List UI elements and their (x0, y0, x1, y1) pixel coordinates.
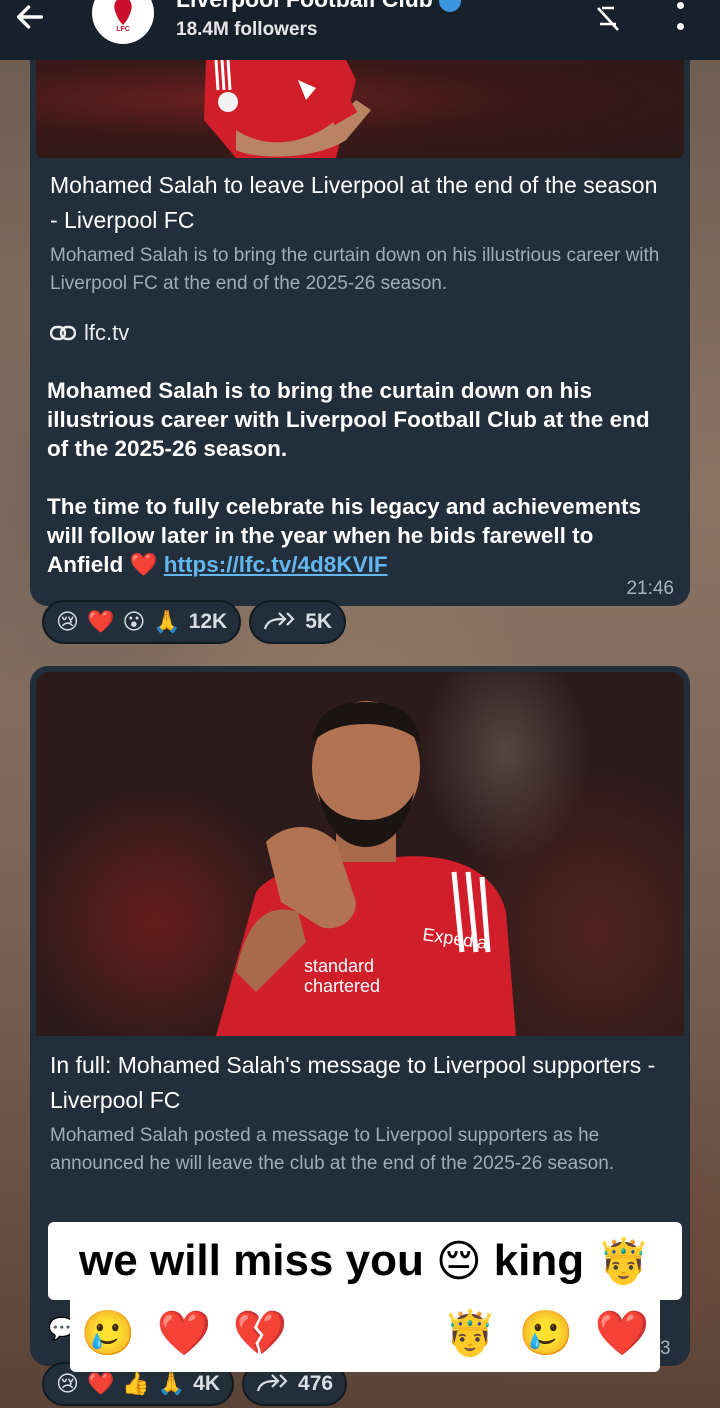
preview-description: Mohamed Salah posted a message to Liverp… (50, 1125, 615, 1174)
reaction-count: 12K (188, 610, 228, 633)
header-title[interactable]: Liverpool Football Club 18.4M followers (176, 0, 461, 41)
svg-text:standard: standard (304, 956, 374, 976)
reaction-emoji: ❤️ (86, 1371, 115, 1396)
channel-name: Liverpool Football Club (176, 0, 461, 13)
caption-emoji: 🤴 (442, 1309, 498, 1358)
preview-image[interactable] (36, 60, 684, 158)
preview-title: In full: Mohamed Salah's message to Live… (50, 1052, 656, 1113)
paragraph-1: Mohamed Salah is to bring the curtain do… (47, 378, 650, 461)
message-time: 3 (660, 1338, 671, 1359)
back-button[interactable] (0, 0, 60, 60)
message-body: Mohamed Salah is to bring the curtain do… (47, 376, 667, 579)
caption-emoji: 🥲 (518, 1309, 574, 1358)
caption-text: we will miss you (79, 1236, 424, 1285)
reaction-emoji: 😢 (56, 609, 79, 634)
chat-header: LFC Liverpool Football Club 18.4M follow… (0, 0, 720, 60)
caption-emoji: 🤴 (596, 1237, 651, 1286)
forward-chip[interactable]: 5K (249, 600, 347, 644)
preview-title: Mohamed Salah to leave Liverpool at the … (50, 172, 658, 233)
bell-off-icon (597, 6, 619, 31)
link-domain: lfc.tv (84, 320, 130, 345)
caption-emoji: 💔 (232, 1309, 288, 1358)
reaction-count: 4K (193, 1372, 221, 1395)
dot-icon (676, 23, 684, 30)
more-menu-button[interactable] (668, 0, 692, 30)
preview-description: Mohamed Salah is to bring the curtain do… (50, 245, 660, 294)
heart-emoji: ❤️ (129, 552, 158, 577)
dot-icon (676, 2, 684, 9)
link-preview[interactable]: Mohamed Salah to leave Liverpool at the … (36, 168, 684, 298)
arrow-left-icon (16, 5, 44, 29)
lfc-crest-icon: LFC (114, 0, 132, 33)
caption-emoji: 😔 (435, 1236, 482, 1286)
reaction-emoji: 🙏 (153, 609, 181, 634)
caption-emoji: ❤️ (156, 1309, 212, 1358)
reaction-emoji: ❤️ (86, 609, 115, 634)
svg-text:chartered: chartered (304, 976, 380, 996)
mute-button[interactable] (588, 0, 628, 40)
followers-count: 18.4M followers (176, 19, 318, 40)
reaction-emoji: 😮 (122, 609, 146, 634)
link-preview[interactable]: In full: Mohamed Salah's message to Live… (36, 1048, 684, 1178)
link-icon (50, 325, 76, 341)
caption-emoji: 🥲 (80, 1309, 136, 1358)
caption-emoji: 😪 (375, 1308, 422, 1358)
paragraph-2: The time to fully celebrate his legacy a… (47, 494, 641, 577)
reaction-chip[interactable]: 😢 ❤️ 😮 🙏 12K (42, 600, 242, 644)
forward-count: 476 (298, 1372, 334, 1395)
reaction-emoji: 😢 (56, 1371, 79, 1396)
message-card[interactable]: Mohamed Salah to leave Liverpool at the … (30, 40, 690, 606)
preview-image[interactable]: Expedia standard chartered (36, 672, 684, 1036)
reactions-bar: 😢 ❤️ 😮 🙏 12K 5K (42, 600, 347, 644)
reaction-emoji: 🙏 (157, 1371, 186, 1396)
reaction-emoji: 👍 (122, 1371, 150, 1396)
overlay-caption-line1: we will miss you 😔 king 🤴 (48, 1222, 682, 1300)
verified-icon (438, 0, 461, 12)
link-domain-row[interactable]: lfc.tv (50, 320, 129, 346)
forward-count: 5K (305, 610, 333, 633)
caption-emoji: ❤️ (594, 1309, 650, 1358)
caption-emoji: 😔 (308, 1308, 355, 1358)
forward-icon (264, 612, 295, 630)
message-time: 21:46 (626, 578, 674, 599)
caption-word: king (493, 1236, 585, 1285)
svg-text:LFC: LFC (116, 26, 130, 33)
overlay-caption-line2: 🥲 ❤️ 💔 😔 😪 🤴 🥲 ❤️ (70, 1294, 660, 1372)
message-link[interactable]: https://lfc.tv/4d8KVIF (164, 552, 388, 577)
forward-icon (256, 1374, 288, 1392)
channel-avatar[interactable]: LFC (92, 0, 154, 44)
